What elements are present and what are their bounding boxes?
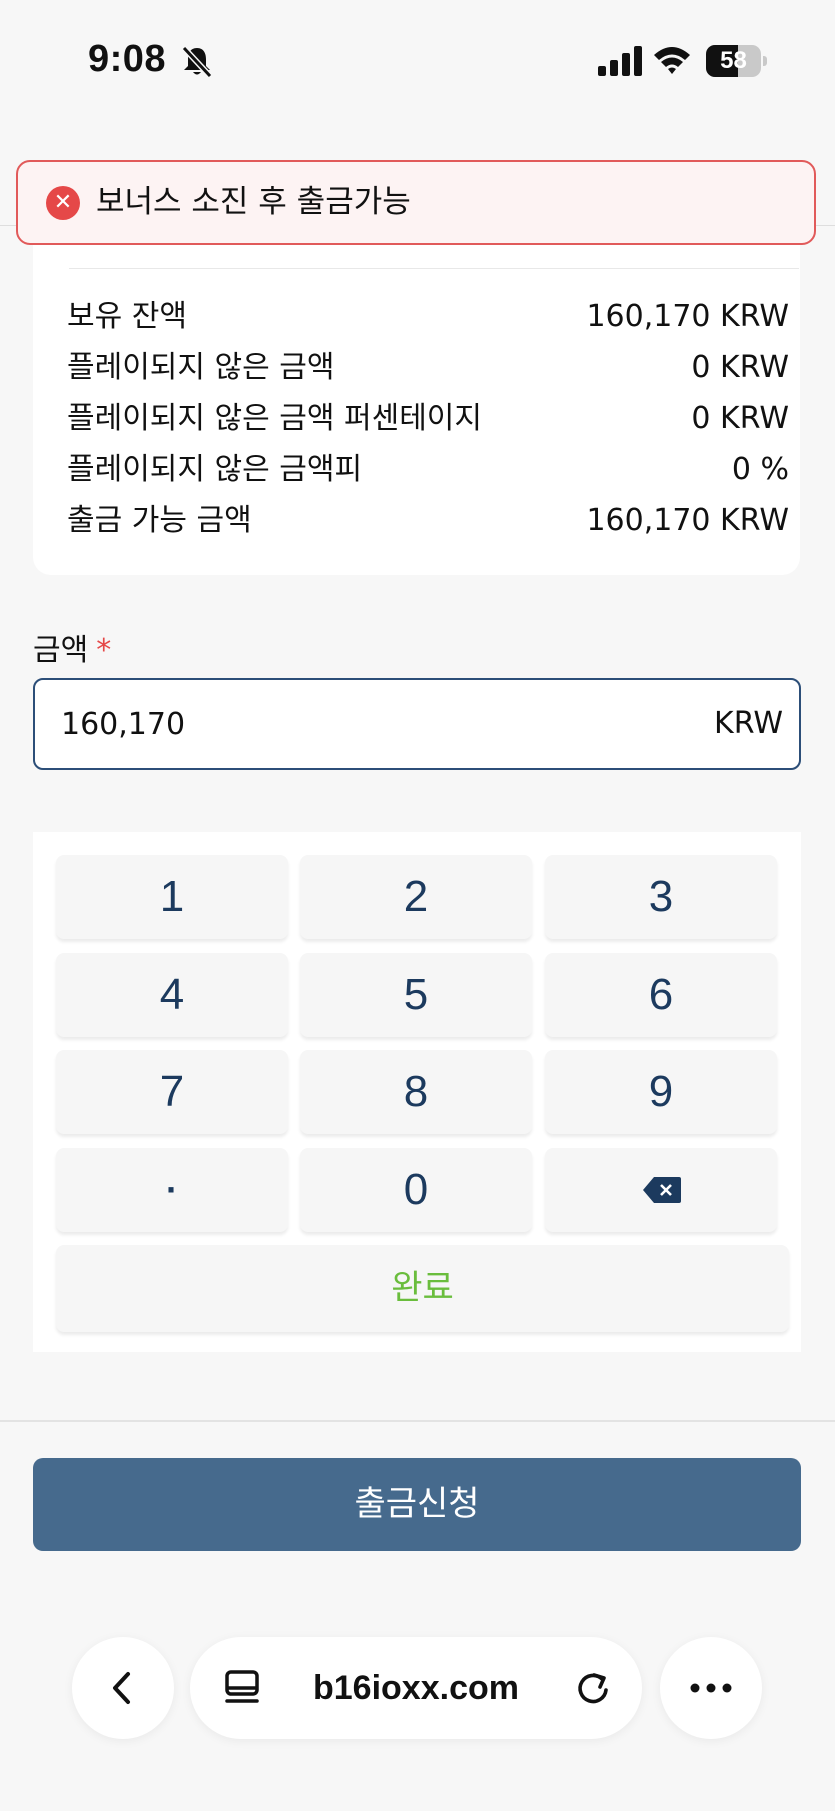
backspace-icon: [643, 1177, 681, 1203]
info-value: 0 KRW: [691, 350, 789, 385]
balance-info-card: 보유 잔액 160,170 KRW 플레이되지 않은 금액 0 KRW 플레이되…: [33, 240, 800, 575]
info-row-withdrawable: 출금 가능 금액 160,170 KRW: [67, 496, 789, 546]
key-4[interactable]: 4: [56, 953, 288, 1037]
info-label: 출금 가능 금액: [67, 503, 252, 538]
info-label: 플레이되지 않은 금액피: [67, 452, 363, 487]
key-7[interactable]: 7: [56, 1050, 288, 1134]
done-button[interactable]: 완료: [56, 1245, 789, 1332]
key-5[interactable]: 5: [300, 953, 532, 1037]
key-dot[interactable]: ·: [56, 1148, 288, 1232]
reload-icon[interactable]: [574, 1669, 612, 1707]
back-chevron-icon: [113, 1672, 130, 1704]
toast-message: 보너스 소진 후 출금가능: [96, 184, 411, 220]
key-1[interactable]: 1: [56, 855, 288, 939]
info-row-unplayed-fee: 플레이되지 않은 금액피 0 %: [67, 445, 789, 495]
wifi-icon: [654, 47, 690, 74]
amount-input[interactable]: [61, 680, 661, 768]
info-label: 보유 잔액: [67, 299, 187, 334]
info-row-balance: 보유 잔액 160,170 KRW: [67, 292, 789, 342]
more-icon: [690, 1683, 732, 1693]
withdraw-request-button[interactable]: 출금신청: [33, 1458, 801, 1551]
numeric-keypad: 1 2 3 4 5 6 7 8 9 · 0 완료: [33, 832, 801, 1352]
key-0[interactable]: 0: [300, 1148, 532, 1232]
required-mark: *: [96, 633, 112, 668]
info-value: 0 %: [731, 452, 789, 487]
battery-icon: 58: [706, 45, 767, 77]
amount-unit: KRW: [714, 706, 783, 741]
info-value: 160,170 KRW: [586, 503, 789, 538]
more-button[interactable]: [660, 1637, 762, 1739]
info-label: 플레이되지 않은 금액 퍼센테이지: [67, 401, 483, 436]
card-divider: [69, 268, 799, 269]
bell-slash-icon: [181, 45, 213, 79]
back-button[interactable]: [72, 1637, 174, 1739]
key-backspace[interactable]: [545, 1148, 777, 1232]
error-x-icon[interactable]: ✕: [46, 186, 80, 220]
key-9[interactable]: 9: [545, 1050, 777, 1134]
key-2[interactable]: 2: [300, 855, 532, 939]
bottom-divider: [0, 1420, 835, 1422]
error-toast: ✕ 보너스 소진 후 출금가능: [16, 160, 816, 245]
status-time: 9:08: [88, 38, 167, 80]
info-value: 0 KRW: [691, 401, 789, 436]
status-bar: 9:08 58: [0, 0, 835, 120]
info-value: 160,170 KRW: [586, 299, 789, 334]
key-3[interactable]: 3: [545, 855, 777, 939]
key-6[interactable]: 6: [545, 953, 777, 1037]
amount-field[interactable]: KRW: [33, 678, 801, 770]
info-row-unplayed-amount: 플레이되지 않은 금액 0 KRW: [67, 343, 789, 393]
key-8[interactable]: 8: [300, 1050, 532, 1134]
address-bar[interactable]: b16ioxx.com: [190, 1637, 642, 1739]
amount-label-text: 금액: [33, 633, 89, 668]
signal-icon: [598, 46, 642, 76]
battery-percent: 58: [720, 47, 747, 74]
info-row-unplayed-percentage: 플레이되지 않은 금액 퍼센테이지 0 KRW: [67, 394, 789, 444]
amount-label: 금액 *: [33, 625, 111, 669]
info-label: 플레이되지 않은 금액: [67, 350, 335, 385]
